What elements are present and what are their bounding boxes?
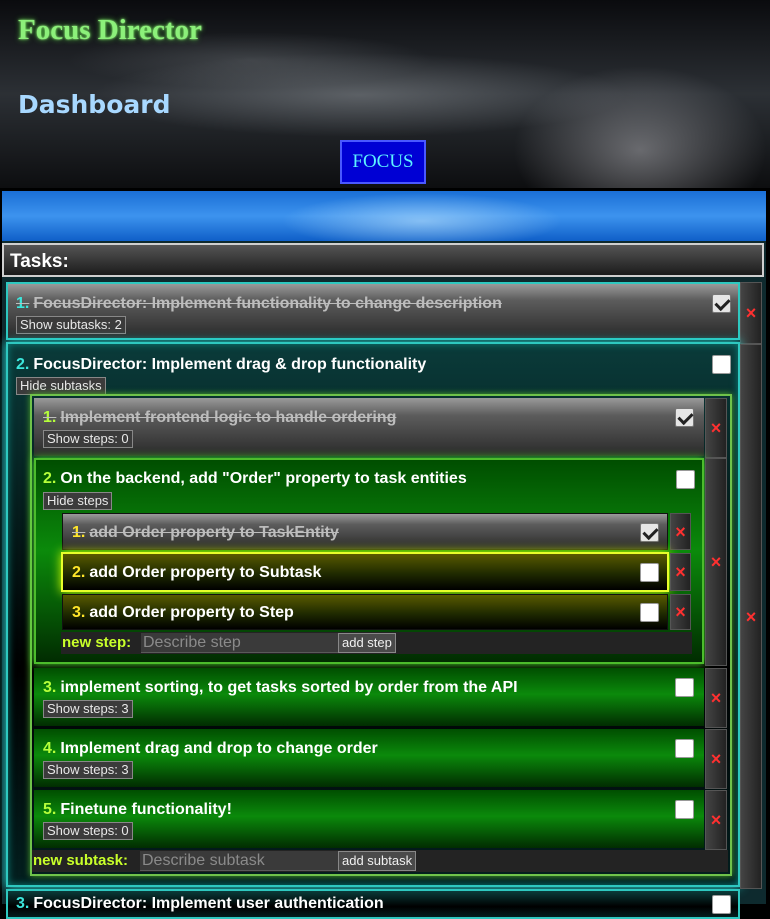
delete-step-button[interactable]: × (670, 594, 691, 630)
focus-button[interactable]: FOCUS (340, 140, 426, 184)
app-title: Focus Director (18, 14, 202, 46)
banner (2, 191, 766, 241)
subtask-title: 1. Implement frontend logic to handle ord… (43, 409, 397, 426)
tasks-header: Tasks: (2, 243, 764, 277)
subtask-checkbox[interactable] (675, 408, 694, 427)
step-card: 1. add Order property to TaskEntity (62, 513, 668, 550)
task-card: 1. FocusDirector: Implement functionality… (6, 282, 740, 340)
subtask-checkbox[interactable] (676, 470, 695, 489)
hide-subtasks-button[interactable]: Hide subtasks (16, 377, 106, 395)
new-subtask-label: new subtask: (33, 852, 129, 869)
hide-steps-button[interactable]: Hide steps (43, 492, 113, 510)
task-title: 1. FocusDirector: Implement functionality… (16, 295, 502, 312)
task-title: 2. FocusDirector: Implement drag & drop f… (16, 356, 427, 373)
add-step-button[interactable]: add step (338, 633, 396, 653)
delete-subtask-button[interactable]: × (705, 458, 727, 666)
subtask-checkbox[interactable] (675, 800, 694, 819)
delete-icon: × (675, 602, 686, 622)
delete-subtask-button[interactable]: × (705, 729, 727, 789)
subtask-title: 3. implement sorting, to get tasks sorted… (43, 679, 518, 696)
delete-icon: × (710, 552, 722, 572)
task-title: 3. FocusDirector: Implement user authenti… (16, 895, 384, 912)
header: Focus Director Dashboard FOCUS (0, 0, 770, 188)
step-title: 3. add Order property to Step (72, 604, 294, 621)
step-card: 3. add Order property to Step (62, 594, 668, 630)
show-subtasks-button[interactable]: Show subtasks: 2 (16, 316, 126, 334)
new-step-label: new step: (62, 634, 132, 651)
step-title: 1. add Order property to TaskEntity (72, 524, 339, 541)
delete-icon: × (675, 521, 686, 542)
subtask-card: 3. implement sorting, to get tasks sorted… (34, 668, 704, 726)
delete-subtask-button[interactable]: × (705, 398, 727, 458)
subtask-number: 4. (43, 740, 57, 757)
show-steps-button[interactable]: Show steps: 0 (43, 430, 133, 448)
show-steps-button[interactable]: Show steps: 3 (43, 700, 133, 718)
delete-task-button[interactable]: × (740, 282, 762, 344)
new-step-row: new step: add step (61, 632, 692, 654)
delete-icon: × (710, 749, 722, 769)
show-steps-button[interactable]: Show steps: 0 (43, 822, 133, 840)
subtask-number: 1. (43, 409, 57, 426)
delete-subtask-button[interactable]: × (705, 668, 727, 728)
delete-subtask-button[interactable]: × (705, 790, 727, 850)
step-checkbox[interactable] (640, 603, 659, 622)
task-checkbox[interactable] (712, 355, 731, 374)
step-checkbox[interactable] (640, 563, 659, 582)
step-checkbox[interactable] (640, 523, 659, 542)
subtask-number: 2. (43, 470, 57, 487)
step-number: 1. (72, 524, 86, 541)
delete-step-button[interactable]: × (670, 513, 691, 550)
subtask-card: 5. Finetune functionality! Show steps: 0 (34, 790, 704, 848)
delete-icon: × (745, 606, 757, 627)
show-steps-button[interactable]: Show steps: 3 (43, 761, 133, 779)
step-number: 2. (72, 564, 86, 581)
delete-step-button[interactable]: × (670, 553, 691, 591)
task-checkbox[interactable] (712, 294, 731, 313)
task-number: 1. (16, 295, 30, 312)
new-subtask-row: new subtask: add subtask (32, 850, 728, 872)
step-card: 2. add Order property to Subtask (61, 552, 669, 592)
subtask-card: 4. Implement drag and drop to change orde… (34, 729, 704, 787)
task-checkbox[interactable] (712, 895, 731, 914)
delete-icon: × (675, 562, 686, 582)
subtask-checkbox[interactable] (675, 678, 694, 697)
delete-icon: × (745, 303, 757, 323)
task-number: 2. (16, 356, 30, 373)
page-title: Dashboard (18, 90, 171, 119)
delete-task-button[interactable]: × (740, 344, 762, 889)
subtask-title: 4. Implement drag and drop to change orde… (43, 740, 378, 757)
subtask-number: 5. (43, 801, 57, 818)
step-title: 2. add Order property to Subtask (72, 564, 322, 581)
new-subtask-input[interactable] (140, 851, 338, 871)
delete-icon: × (710, 810, 722, 830)
subtask-card: 1. Implement frontend logic to handle ord… (34, 398, 704, 456)
new-step-input[interactable] (141, 633, 338, 653)
subtask-title: 2. On the backend, add "Order" property t… (43, 470, 467, 487)
delete-icon: × (710, 688, 722, 708)
task-card: 3. FocusDirector: Implement user authenti… (6, 889, 740, 919)
add-subtask-button[interactable]: add subtask (338, 851, 417, 871)
subtask-number: 3. (43, 679, 57, 696)
step-number: 3. (72, 604, 86, 621)
subtask-title: 5. Finetune functionality! (43, 801, 232, 818)
delete-icon: × (710, 418, 722, 438)
subtask-checkbox[interactable] (675, 739, 694, 758)
